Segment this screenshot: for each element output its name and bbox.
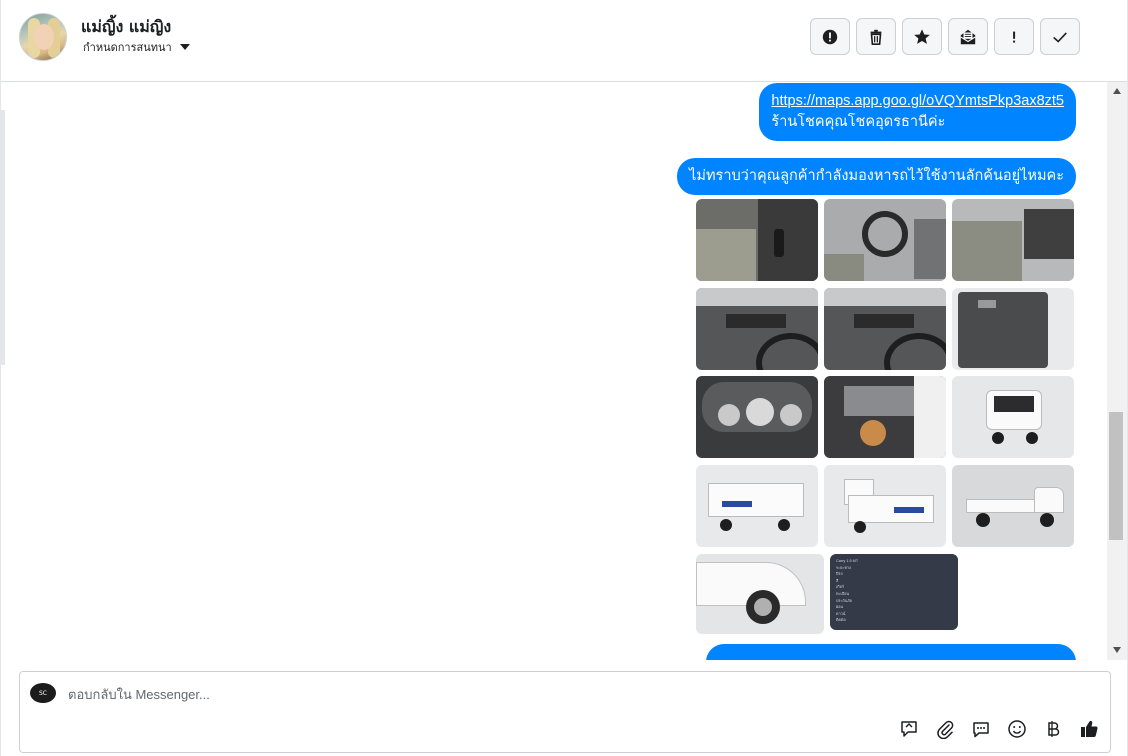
- photo-truck-side[interactable]: [952, 465, 1074, 547]
- chat-bubble-icon: [973, 722, 989, 738]
- thread-scrollbar[interactable]: [1107, 82, 1127, 660]
- photo-cab-interior[interactable]: [952, 199, 1074, 281]
- mark-unread-button[interactable]: [948, 18, 988, 55]
- conversation-status-dropdown[interactable]: กำหนดการสนทนา: [83, 38, 190, 56]
- contact-name[interactable]: แม่ญิ้ง แม่ญิง: [81, 15, 171, 40]
- map-link[interactable]: https://maps.app.goo.gl/oVQYmtsPkp3ax8zt…: [771, 93, 1064, 109]
- scroll-up-icon[interactable]: [1113, 88, 1121, 94]
- emoji-icon: [1008, 720, 1026, 738]
- spec-row: ดาวน์: [836, 611, 846, 616]
- photo-engine-bay[interactable]: [824, 376, 946, 458]
- thumbs-up-icon: [1081, 720, 1098, 737]
- spec-row: เกียร์: [836, 585, 844, 590]
- mark-unread-icon: [960, 29, 976, 44]
- payment-button[interactable]: [1042, 718, 1064, 740]
- spec-row: ประกันภัย: [836, 598, 853, 603]
- reply-composer: SC: [19, 671, 1111, 753]
- important-icon: [1013, 31, 1016, 43]
- chevron-down-icon: [179, 44, 190, 50]
- report-icon: [822, 29, 838, 44]
- spec-row: ระยะทาง: [836, 565, 851, 570]
- emoji-button[interactable]: [1006, 718, 1028, 740]
- saved-reply-button[interactable]: [898, 718, 920, 740]
- star-button[interactable]: [902, 18, 942, 55]
- photo-truck-rear[interactable]: [696, 465, 818, 547]
- photo-steering-wheel[interactable]: [824, 199, 946, 281]
- question-text: ไม่ทราบว่าคุณลูกค้ากำลังมองหารถไว้ใช้งาน…: [689, 168, 1064, 184]
- spec-row: สี: [836, 578, 839, 583]
- saved-reply-icon: [901, 721, 917, 737]
- spec-sheet-rows: Carry 1.5 MT ระยะทาง ปีรถ สี เกียร์ ทะเบ…: [836, 558, 952, 624]
- star-icon: [914, 28, 930, 44]
- photo-door-panel[interactable]: [952, 288, 1074, 370]
- photo-dashboard-vent-2[interactable]: [824, 288, 946, 370]
- scroll-thumb[interactable]: [1109, 412, 1123, 540]
- trash-icon: [870, 29, 882, 45]
- message-thread: https://maps.app.goo.gl/oVQYmtsPkp3ax8zt…: [7, 82, 1107, 660]
- report-button[interactable]: [810, 18, 850, 55]
- photo-truck-rear-2[interactable]: [824, 465, 946, 547]
- message-bubble-question: ไม่ทราบว่าคุณลูกค้ากำลังมองหารถไว้ใช้งาน…: [677, 158, 1076, 195]
- left-edge-strip: [1, 110, 5, 365]
- spec-row: ติดต่อ: [836, 618, 846, 623]
- delete-button[interactable]: [856, 18, 896, 55]
- spec-row: ปีรถ: [836, 572, 843, 577]
- photo-spec-sheet[interactable]: Carry 1.5 MT ระยะทาง ปีรถ สี เกียร์ ทะเบ…: [830, 554, 958, 630]
- message-bubble-map-link: https://maps.app.goo.gl/oVQYmtsPkp3ax8zt…: [759, 83, 1076, 141]
- paperclip-icon: [937, 720, 954, 739]
- message-bubble-partial: [706, 644, 1076, 660]
- conversation-status-label: กำหนดการสนทนา: [83, 41, 172, 54]
- messenger-conversation-window: แม่ญิ้ง แม่ญิง กำหนดการสนทนา https://map…: [0, 0, 1128, 756]
- photo-dashboard-vent[interactable]: [696, 288, 818, 370]
- photo-truck-front-wheel[interactable]: [696, 554, 824, 634]
- store-name-text: ร้านโชคคุณโชคอุดรธานีค่ะ: [771, 114, 946, 130]
- composer-actions: [898, 718, 1100, 740]
- spec-row: ผ่อน: [836, 605, 844, 610]
- conversation-header: แม่ญิ้ง แม่ญิง กำหนดการสนทนา: [1, 0, 1127, 82]
- check-icon: [1053, 31, 1067, 43]
- photo-truck-front[interactable]: [952, 376, 1074, 458]
- baht-icon: [1048, 721, 1060, 737]
- mark-done-button[interactable]: [1040, 18, 1080, 55]
- conversation-toolbar: [810, 18, 1080, 55]
- like-button[interactable]: [1078, 718, 1100, 740]
- spec-row: Carry 1.5 MT: [836, 559, 859, 563]
- attach-button[interactable]: [934, 718, 956, 740]
- photo-gauge-cluster[interactable]: [696, 376, 818, 458]
- photo-seat-gear[interactable]: [696, 199, 818, 281]
- scroll-down-icon[interactable]: [1113, 647, 1121, 653]
- important-button[interactable]: [994, 18, 1034, 55]
- page-avatar: SC: [30, 683, 56, 703]
- contact-avatar[interactable]: [19, 13, 67, 61]
- reply-input[interactable]: [68, 680, 968, 708]
- spec-row: ทะเบียน: [836, 591, 850, 596]
- quick-reply-button[interactable]: [970, 718, 992, 740]
